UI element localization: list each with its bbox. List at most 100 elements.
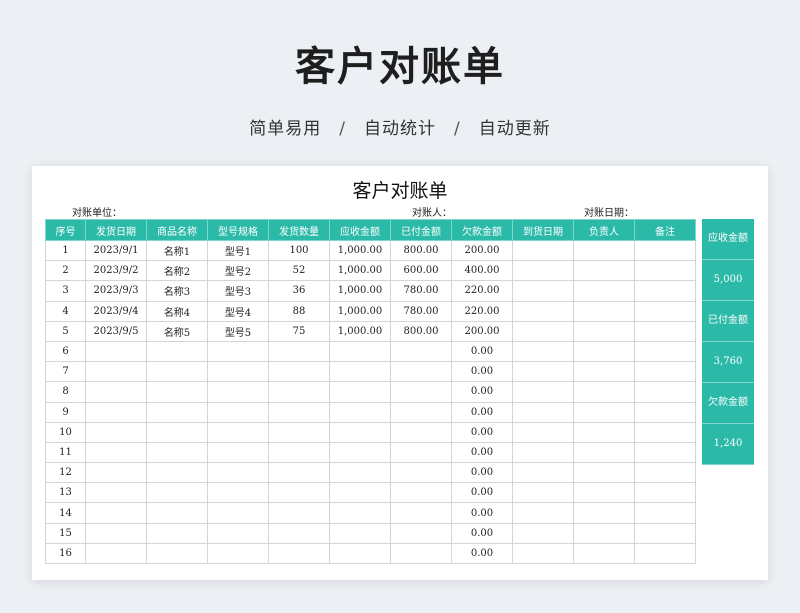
table-cell[interactable] bbox=[85, 441, 147, 464]
table-cell[interactable] bbox=[634, 381, 696, 403]
table-cell[interactable] bbox=[634, 260, 696, 282]
table-cell[interactable] bbox=[512, 421, 574, 443]
table-cell[interactable]: 36 bbox=[268, 280, 330, 302]
table-cell[interactable] bbox=[634, 421, 696, 443]
table-cell[interactable] bbox=[634, 502, 696, 524]
table-cell[interactable]: 220.00 bbox=[451, 280, 513, 302]
table-cell[interactable]: 9 bbox=[45, 401, 86, 423]
table-cell[interactable] bbox=[390, 502, 452, 524]
table-cell[interactable] bbox=[573, 482, 635, 504]
table-cell[interactable]: 220.00 bbox=[451, 300, 513, 322]
table-cell[interactable] bbox=[573, 542, 635, 565]
table-cell[interactable] bbox=[268, 401, 330, 423]
table-cell[interactable] bbox=[146, 522, 208, 544]
table-cell[interactable] bbox=[146, 421, 208, 443]
table-cell[interactable] bbox=[390, 482, 452, 504]
table-cell[interactable] bbox=[390, 462, 452, 484]
table-cell[interactable] bbox=[146, 441, 208, 464]
table-cell[interactable] bbox=[512, 340, 574, 363]
table-cell[interactable] bbox=[634, 280, 696, 302]
table-cell[interactable] bbox=[85, 542, 147, 565]
table-cell[interactable] bbox=[512, 462, 574, 484]
table-cell[interactable]: 型号4 bbox=[207, 300, 269, 322]
table-cell[interactable]: 名称5 bbox=[146, 320, 208, 342]
table-cell[interactable] bbox=[512, 441, 574, 464]
table-cell[interactable]: 2 bbox=[45, 260, 86, 282]
table-cell[interactable] bbox=[207, 340, 269, 363]
table-cell[interactable] bbox=[634, 361, 696, 383]
table-cell[interactable] bbox=[390, 522, 452, 544]
table-cell[interactable]: 型号5 bbox=[207, 320, 269, 342]
table-cell[interactable] bbox=[390, 542, 452, 565]
table-cell[interactable] bbox=[390, 361, 452, 383]
table-cell[interactable] bbox=[634, 300, 696, 322]
table-cell[interactable]: 1,000.00 bbox=[329, 320, 391, 342]
table-cell[interactable]: 0.00 bbox=[451, 361, 513, 383]
table-cell[interactable] bbox=[573, 340, 635, 363]
table-cell[interactable] bbox=[573, 320, 635, 342]
table-cell[interactable]: 名称1 bbox=[146, 239, 208, 262]
table-cell[interactable]: 3 bbox=[45, 280, 86, 302]
table-cell[interactable] bbox=[85, 462, 147, 484]
table-cell[interactable] bbox=[268, 542, 330, 565]
table-cell[interactable]: 0.00 bbox=[451, 441, 513, 464]
table-cell[interactable] bbox=[85, 381, 147, 403]
table-cell[interactable]: 0.00 bbox=[451, 421, 513, 443]
table-cell[interactable] bbox=[146, 482, 208, 504]
table-cell[interactable] bbox=[634, 239, 696, 262]
table-cell[interactable] bbox=[207, 522, 269, 544]
table-cell[interactable] bbox=[512, 300, 574, 322]
table-cell[interactable]: 2023/9/2 bbox=[85, 260, 147, 282]
table-cell[interactable] bbox=[85, 401, 147, 423]
table-cell[interactable] bbox=[573, 361, 635, 383]
table-cell[interactable]: 0.00 bbox=[451, 381, 513, 403]
table-cell[interactable] bbox=[573, 260, 635, 282]
table-cell[interactable]: 型号1 bbox=[207, 239, 269, 262]
table-cell[interactable] bbox=[512, 401, 574, 423]
table-cell[interactable]: 88 bbox=[268, 300, 330, 322]
table-cell[interactable] bbox=[390, 340, 452, 363]
table-cell[interactable]: 600.00 bbox=[390, 260, 452, 282]
table-cell[interactable] bbox=[329, 502, 391, 524]
table-cell[interactable] bbox=[390, 421, 452, 443]
table-cell[interactable] bbox=[573, 502, 635, 524]
table-cell[interactable] bbox=[573, 280, 635, 302]
table-cell[interactable]: 型号3 bbox=[207, 280, 269, 302]
table-cell[interactable] bbox=[634, 441, 696, 464]
table-cell[interactable] bbox=[268, 381, 330, 403]
table-cell[interactable] bbox=[268, 482, 330, 504]
table-cell[interactable]: 52 bbox=[268, 260, 330, 282]
table-cell[interactable] bbox=[390, 401, 452, 423]
table-cell[interactable] bbox=[512, 361, 574, 383]
table-cell[interactable] bbox=[268, 361, 330, 383]
table-cell[interactable] bbox=[573, 421, 635, 443]
table-cell[interactable] bbox=[85, 502, 147, 524]
table-cell[interactable]: 7 bbox=[45, 361, 86, 383]
table-cell[interactable]: 14 bbox=[45, 502, 86, 524]
table-cell[interactable] bbox=[85, 482, 147, 504]
table-cell[interactable] bbox=[268, 462, 330, 484]
table-cell[interactable] bbox=[573, 300, 635, 322]
table-cell[interactable]: 0.00 bbox=[451, 502, 513, 524]
table-cell[interactable]: 15 bbox=[45, 522, 86, 544]
table-cell[interactable] bbox=[512, 239, 574, 262]
table-cell[interactable]: 0.00 bbox=[451, 542, 513, 565]
table-cell[interactable]: 800.00 bbox=[390, 239, 452, 262]
table-cell[interactable]: 200.00 bbox=[451, 239, 513, 262]
table-cell[interactable] bbox=[268, 340, 330, 363]
table-cell[interactable] bbox=[329, 482, 391, 504]
table-cell[interactable] bbox=[207, 361, 269, 383]
table-cell[interactable] bbox=[512, 502, 574, 524]
table-cell[interactable]: 0.00 bbox=[451, 340, 513, 363]
table-cell[interactable] bbox=[85, 421, 147, 443]
table-cell[interactable] bbox=[329, 340, 391, 363]
table-cell[interactable]: 名称3 bbox=[146, 280, 208, 302]
table-cell[interactable] bbox=[634, 542, 696, 565]
table-cell[interactable] bbox=[268, 502, 330, 524]
table-cell[interactable] bbox=[573, 462, 635, 484]
table-cell[interactable] bbox=[390, 381, 452, 403]
table-cell[interactable]: 780.00 bbox=[390, 280, 452, 302]
table-cell[interactable]: 0.00 bbox=[451, 462, 513, 484]
table-cell[interactable]: 1,000.00 bbox=[329, 280, 391, 302]
table-cell[interactable] bbox=[207, 401, 269, 423]
